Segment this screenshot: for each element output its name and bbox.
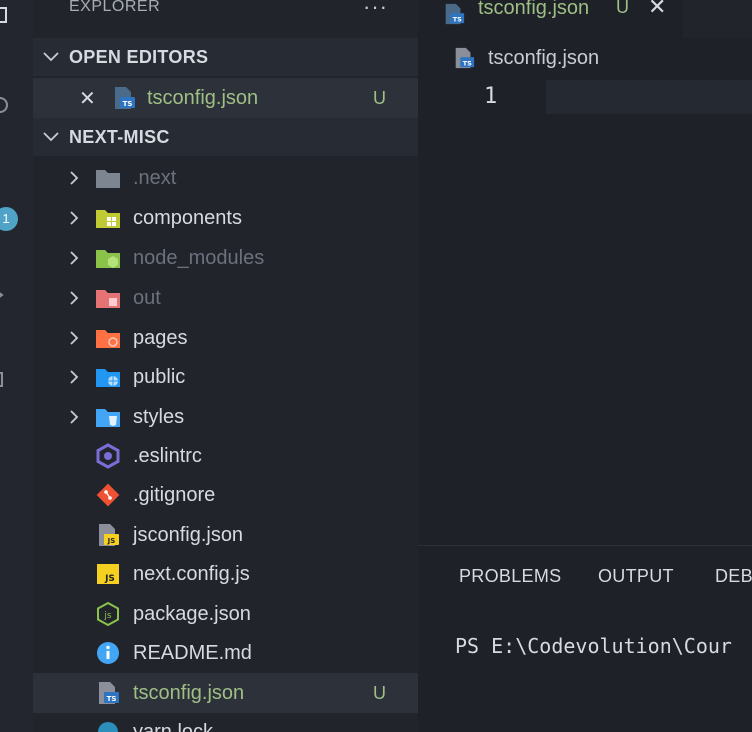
- folder-gray-icon: [96, 170, 120, 188]
- tab-bar: TS tsconfig.json U ✕: [418, 0, 752, 38]
- tree-item-public[interactable]: public: [33, 357, 418, 397]
- svg-text:TS: TS: [463, 59, 472, 67]
- svg-text:TS: TS: [123, 100, 133, 108]
- tree-item-label: .gitignore: [133, 483, 216, 506]
- current-line-highlight[interactable]: [546, 80, 752, 114]
- tree-item-label: tsconfig.json: [133, 681, 245, 704]
- open-editors-label: OPEN EDITORS: [69, 46, 209, 67]
- tree-item-label: node_modules: [133, 246, 265, 269]
- info-icon: [97, 642, 119, 664]
- project-label: NEXT-MISC: [69, 126, 170, 147]
- chevron-right-icon: [70, 171, 79, 185]
- activity-bar: 1: [0, 0, 33, 732]
- chevron-right-icon: [70, 211, 79, 225]
- tree-item-label: .eslintrc: [133, 444, 202, 467]
- explorer-icon[interactable]: [0, 6, 10, 24]
- tree-item-jsconfig[interactable]: JS jsconfig.json: [33, 515, 418, 555]
- tree-item-label: out: [133, 286, 161, 309]
- svg-text:JS: JS: [104, 574, 115, 584]
- editor-area: TS tsconfig.json U ✕ TS tsconfig.json 1: [418, 0, 752, 545]
- extensions-icon[interactable]: [0, 372, 10, 390]
- svg-text:js: js: [103, 611, 112, 621]
- close-icon[interactable]: ✕: [79, 86, 96, 111]
- js-icon: JS: [97, 564, 119, 584]
- chevron-down-icon: [33, 49, 69, 65]
- folder-node-icon: [96, 250, 120, 268]
- tree-item-label: jsconfig.json: [133, 523, 244, 546]
- svg-text:JS: JS: [107, 537, 116, 545]
- line-number: 1: [484, 84, 498, 109]
- tree-item-label: pages: [133, 326, 188, 349]
- tree-item-node-modules[interactable]: node_modules: [33, 238, 418, 278]
- folder-out-icon: [96, 290, 120, 308]
- breadcrumb-file: tsconfig.json: [488, 46, 600, 69]
- folder-public-icon: [96, 369, 120, 387]
- tree-item-readme[interactable]: README.md: [33, 633, 418, 673]
- project-header[interactable]: NEXT-MISC: [33, 118, 418, 156]
- tree-item-components[interactable]: components: [33, 198, 418, 238]
- tree-item-label: components: [133, 206, 242, 229]
- open-editor-item[interactable]: ✕ TS tsconfig.json U: [33, 78, 418, 118]
- chevron-right-icon: [70, 291, 79, 305]
- search-icon[interactable]: [0, 95, 12, 115]
- chevron-right-icon: [70, 410, 79, 424]
- tsconfig-icon: TS: [99, 682, 119, 704]
- explorer-sidebar: EXPLORER ··· OPEN EDITORS ✕ TS tsconfig.…: [33, 0, 418, 732]
- breadcrumb[interactable]: TS tsconfig.json: [452, 46, 599, 70]
- tree-item-label: package.json: [133, 602, 251, 625]
- run-debug-icon[interactable]: [0, 286, 10, 304]
- tree-item-next[interactable]: .next: [33, 158, 418, 198]
- tree-item-yarn-lock[interactable]: yarn.lock: [33, 712, 418, 732]
- nodejs-icon: js: [97, 601, 119, 627]
- folder-styles-icon: [96, 409, 120, 427]
- open-editors-header[interactable]: OPEN EDITORS: [33, 38, 418, 76]
- tsconfig-icon: TS: [115, 87, 135, 109]
- more-actions-button[interactable]: ···: [363, 0, 388, 20]
- tree-item-label: .next: [133, 166, 177, 189]
- tree-item-label: yarn.lock: [133, 720, 214, 732]
- tree-item-label: public: [133, 365, 186, 388]
- tab-debug-console[interactable]: DEBU: [715, 566, 752, 587]
- tsconfig-icon: TS: [445, 3, 465, 25]
- folder-pages-icon: [96, 330, 120, 348]
- tree-item-eslintrc[interactable]: .eslintrc: [33, 436, 418, 476]
- tree-item-package-json[interactable]: js package.json: [33, 594, 418, 634]
- chevron-right-icon: [70, 370, 79, 384]
- svg-text:TS: TS: [453, 15, 462, 23]
- open-editor-name: tsconfig.json: [147, 86, 259, 109]
- svg-text:TS: TS: [107, 695, 117, 703]
- tsconfig-icon: TS: [455, 47, 475, 69]
- source-control-badge: 1: [0, 207, 18, 231]
- folder-components-icon: [96, 210, 120, 228]
- explorer-title: EXPLORER: [69, 0, 161, 15]
- close-icon[interactable]: ✕: [648, 0, 666, 20]
- chevron-right-icon: [70, 251, 79, 265]
- tree-item-pages[interactable]: pages: [33, 318, 418, 358]
- tab-label: tsconfig.json: [478, 0, 590, 19]
- tree-item-next-config[interactable]: JS next.config.js: [33, 554, 418, 594]
- tree-item-label: styles: [133, 405, 185, 428]
- tree-item-tsconfig[interactable]: TS tsconfig.json U: [33, 673, 418, 713]
- untracked-badge: U: [373, 682, 386, 703]
- eslint-icon: [96, 443, 120, 469]
- tree-item-label: README.md: [133, 641, 252, 664]
- untracked-badge: U: [373, 87, 386, 108]
- tab-problems[interactable]: PROBLEMS: [459, 566, 561, 587]
- jsconfig-icon: JS: [99, 524, 119, 546]
- tree-item-gitignore[interactable]: .gitignore: [33, 475, 418, 515]
- yarn-icon: [98, 722, 118, 732]
- bottom-panel: PROBLEMS OUTPUT DEBU PS E:\Codevolution\…: [418, 545, 752, 732]
- git-icon: [96, 483, 120, 507]
- untracked-badge: U: [616, 0, 629, 17]
- tree-item-label: next.config.js: [133, 562, 250, 585]
- tab-tsconfig[interactable]: TS tsconfig.json U ✕: [418, 0, 683, 38]
- chevron-right-icon: [70, 331, 79, 345]
- tree-item-styles[interactable]: styles: [33, 397, 418, 437]
- tab-output[interactable]: OUTPUT: [598, 566, 674, 587]
- terminal-prompt[interactable]: PS E:\Codevolution\Cour: [455, 634, 732, 658]
- chevron-down-icon: [33, 129, 69, 145]
- tree-item-out[interactable]: out: [33, 278, 418, 318]
